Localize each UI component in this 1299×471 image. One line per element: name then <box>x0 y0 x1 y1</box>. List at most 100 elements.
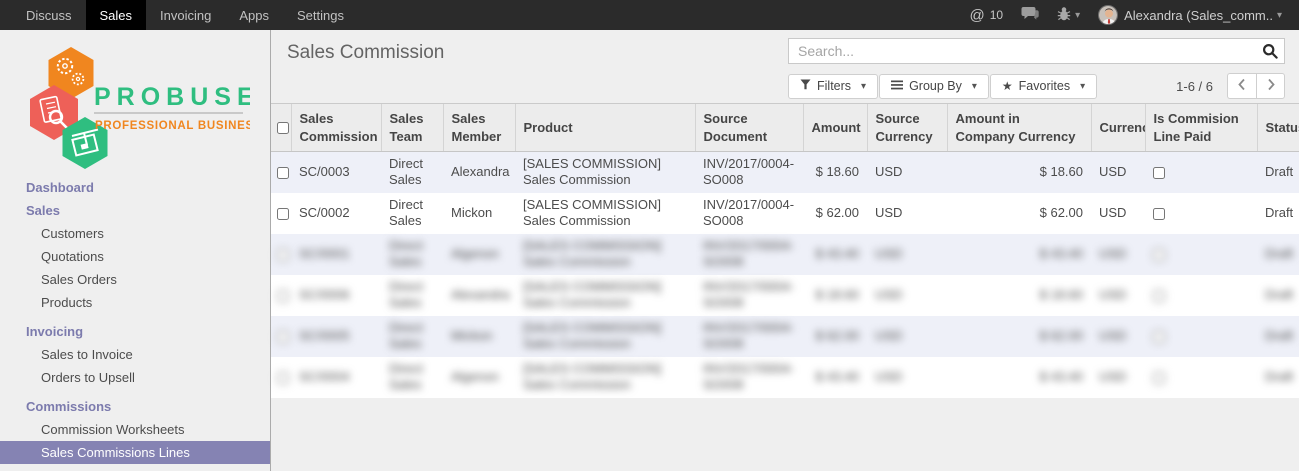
paid-checkbox[interactable] <box>1153 290 1165 302</box>
sidebar-item-sales-commissions-lines[interactable]: Sales Commissions Lines <box>0 441 270 464</box>
bug-icon <box>1057 7 1071 24</box>
cell-member: Alexandra <box>443 152 515 193</box>
sidebar-header-dashboard[interactable]: Dashboard <box>0 176 270 199</box>
table-row[interactable]: SC/0001Direct SalesAlgenon[SALES COMMISS… <box>271 234 1299 275</box>
cell-product: [SALES COMMISSION] Sales Commission <box>515 152 695 193</box>
user-menu[interactable]: Alexandra (Sales_comm.. ▾ <box>1089 0 1291 30</box>
row-select-checkbox[interactable] <box>277 290 289 302</box>
chat-icon <box>1021 6 1039 24</box>
col-header-source-currency[interactable]: Source Currency <box>867 104 947 152</box>
messages-menu[interactable] <box>1012 0 1048 30</box>
group-by-icon <box>891 79 903 93</box>
row-select-checkbox[interactable] <box>277 167 289 179</box>
nav-app-discuss[interactable]: Discuss <box>12 0 86 30</box>
cell-source-currency: USD <box>867 193 947 234</box>
cell-currency: USD <box>1091 275 1145 316</box>
cell-product: [SALES COMMISSION] Sales Commission <box>515 234 695 275</box>
col-header-amount[interactable]: Amount <box>803 104 867 152</box>
favorites-button[interactable]: ★ Favorites ▾ <box>990 74 1097 99</box>
cell-source-currency: USD <box>867 234 947 275</box>
sidebar-header-sales[interactable]: Sales <box>0 199 270 222</box>
col-header-commission[interactable]: Sales Commission <box>291 104 381 152</box>
caret-down-icon: ▾ <box>1277 10 1282 21</box>
activities-count: 10 <box>990 8 1003 22</box>
caret-down-icon: ▾ <box>972 81 977 92</box>
col-header-team[interactable]: Sales Team <box>381 104 443 152</box>
records-table: Sales CommissionSales TeamSales MemberPr… <box>271 103 1299 398</box>
brand-logo: PROBUSE PROFESSIONAL BUSINESS <box>18 45 270 172</box>
sidebar-item-sales-orders[interactable]: Sales Orders <box>0 268 270 291</box>
cell-paid <box>1145 193 1257 234</box>
paid-checkbox[interactable] <box>1153 331 1165 343</box>
nav-app-invoicing[interactable]: Invoicing <box>146 0 225 30</box>
sidebar-item-quotations[interactable]: Quotations <box>0 245 270 268</box>
sidebar-header-invoicing[interactable]: Invoicing <box>0 320 270 343</box>
sidebar-header-commissions[interactable]: Commissions <box>0 395 270 418</box>
col-header-currency[interactable]: Currency <box>1091 104 1145 152</box>
navbar-apps: DiscussSalesInvoicingAppsSettings <box>12 0 358 30</box>
col-header-member[interactable]: Sales Member <box>443 104 515 152</box>
activities-menu[interactable]: @ 10 <box>961 0 1013 30</box>
sidebar-item-commission-worksheets[interactable]: Commission Worksheets <box>0 418 270 441</box>
controls-row: Filters ▾ Group By ▾ ★ <box>788 73 1285 99</box>
table-row[interactable]: SC/0002Direct SalesMickon[SALES COMMISSI… <box>271 193 1299 234</box>
table-row[interactable]: SC/0004Direct SalesAlgenon[SALES COMMISS… <box>271 357 1299 398</box>
pager-next-button[interactable] <box>1256 73 1285 99</box>
cell-select <box>271 275 291 316</box>
table-header-row: Sales CommissionSales TeamSales MemberPr… <box>271 104 1299 152</box>
col-header-paid[interactable]: Is Commision Line Paid <box>1145 104 1257 152</box>
cell-team: Direct Sales <box>381 152 443 193</box>
sidebar-item-sales-to-invoice[interactable]: Sales to Invoice <box>0 343 270 366</box>
col-header-status[interactable]: Status <box>1257 104 1299 152</box>
sidebar-item-orders-to-upsell[interactable]: Orders to Upsell <box>0 366 270 389</box>
paid-checkbox[interactable] <box>1153 249 1165 261</box>
select-all-checkbox[interactable] <box>277 122 289 134</box>
col-header-source-doc[interactable]: Source Document <box>695 104 803 152</box>
cell-currency: USD <box>1091 234 1145 275</box>
search-options: Filters ▾ Group By ▾ ★ <box>788 74 1098 99</box>
table-row[interactable]: SC/0003Direct SalesAlexandra[SALES COMMI… <box>271 152 1299 193</box>
nav-app-settings[interactable]: Settings <box>283 0 358 30</box>
nav-app-sales[interactable]: Sales <box>86 0 147 30</box>
paid-checkbox[interactable] <box>1153 208 1165 220</box>
pager-prev-button[interactable] <box>1227 73 1256 99</box>
paid-checkbox[interactable] <box>1153 167 1165 179</box>
cell-commission: SC/0006 <box>291 275 381 316</box>
cell-commission: SC/0004 <box>291 357 381 398</box>
cell-source-doc: INV/2017/0004-SO008 <box>695 193 803 234</box>
row-select-checkbox[interactable] <box>277 331 289 343</box>
col-header-product[interactable]: Product <box>515 104 695 152</box>
nav-app-apps[interactable]: Apps <box>225 0 283 30</box>
sidebar-item-customers[interactable]: Customers <box>0 222 270 245</box>
filters-button[interactable]: Filters ▾ <box>788 74 878 99</box>
col-header-amount-company[interactable]: Amount in Company Currency <box>947 104 1091 152</box>
search-icon[interactable] <box>1262 43 1278 64</box>
cell-amount-company: $ 43.40 <box>947 357 1091 398</box>
user-name: Alexandra (Sales_comm.. <box>1124 8 1273 23</box>
row-select-checkbox[interactable] <box>277 372 289 384</box>
table-row[interactable]: SC/0005Direct SalesMickon[SALES COMMISSI… <box>271 316 1299 357</box>
page-title: Sales Commission <box>287 42 444 103</box>
cell-amount-company: $ 62.00 <box>947 193 1091 234</box>
cell-paid <box>1145 275 1257 316</box>
search-input[interactable] <box>788 38 1285 64</box>
cell-team: Direct Sales <box>381 234 443 275</box>
debug-menu[interactable]: ▾ <box>1048 0 1089 30</box>
cell-status: Draft <box>1257 357 1299 398</box>
sidebar: PROBUSE PROFESSIONAL BUSINESS DashboardS… <box>0 30 271 471</box>
row-select-checkbox[interactable] <box>277 249 289 261</box>
navbar-systray: @ 10 ▾ <box>961 0 1292 30</box>
table-row[interactable]: SC/0006Direct SalesAlexandra[SALES COMMI… <box>271 275 1299 316</box>
cell-paid <box>1145 316 1257 357</box>
group-by-button[interactable]: Group By ▾ <box>879 74 989 99</box>
select-all-header[interactable] <box>271 104 291 152</box>
cell-currency: USD <box>1091 152 1145 193</box>
paid-checkbox[interactable] <box>1153 372 1165 384</box>
filter-icon <box>800 79 811 93</box>
cell-amount-company: $ 18.60 <box>947 275 1091 316</box>
cell-source-currency: USD <box>867 316 947 357</box>
cell-amount: $ 62.00 <box>803 193 867 234</box>
row-select-checkbox[interactable] <box>277 208 289 220</box>
group-by-label: Group By <box>909 79 962 93</box>
sidebar-item-products[interactable]: Products <box>0 291 270 314</box>
